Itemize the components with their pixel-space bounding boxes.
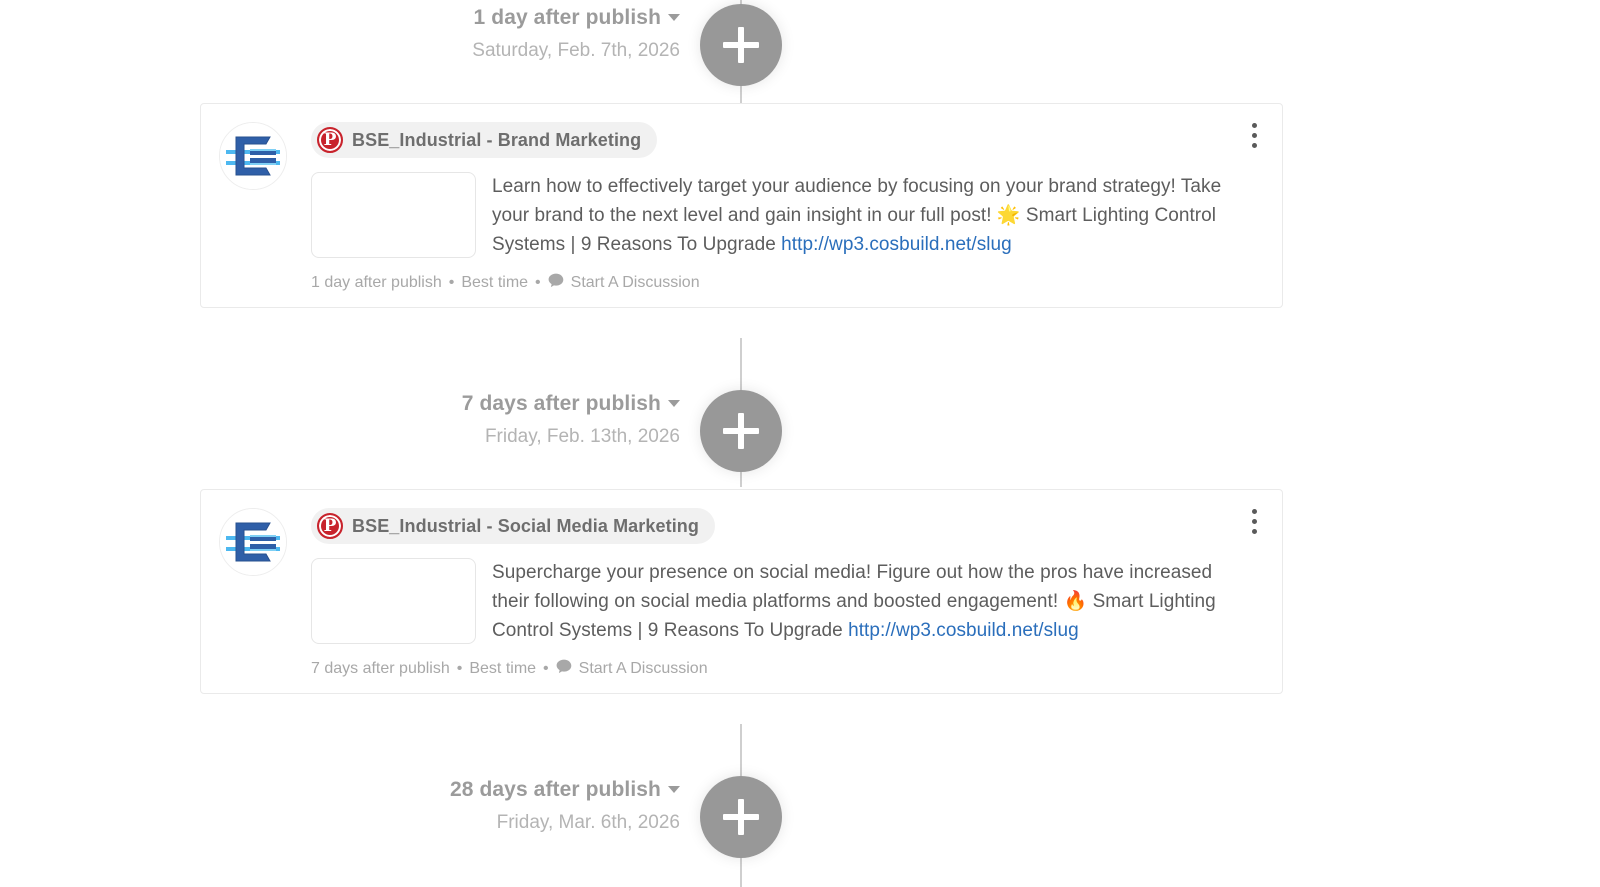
post-card-2-footer: 7 days after publish • Best time • Start… [311, 659, 1262, 679]
avatar [219, 508, 287, 576]
post-card-2-account-name: BSE_Industrial - Social Media Marketing [352, 515, 699, 536]
slot-3-label[interactable]: 28 days after publish [450, 776, 661, 804]
add-post-button-slot-1[interactable] [700, 4, 782, 86]
post-card-2-start-discussion[interactable]: Start A Discussion [579, 660, 708, 678]
post-card-1-footer-schedule: 1 day after publish [311, 274, 442, 291]
timeline-spine-segment-3 [740, 338, 742, 392]
slot-1-text-column: 1 day after publish Saturday, Feb. 7th, … [120, 4, 680, 65]
timeline-spine-segment-6 [740, 855, 742, 887]
post-card-1-menu-button[interactable] [1240, 118, 1268, 152]
post-card-2[interactable]: P BSE_Industrial - Social Media Marketin… [200, 489, 1283, 694]
slot-2-label[interactable]: 7 days after publish [462, 390, 661, 418]
post-card-1[interactable]: P BSE_Industrial - Brand Marketing Learn… [200, 103, 1283, 308]
post-card-2-footer-sep-1: • [456, 660, 463, 677]
chevron-down-icon[interactable] [668, 14, 680, 21]
post-card-2-text: Supercharge your presence on social medi… [492, 558, 1222, 645]
post-card-1-body: P BSE_Industrial - Brand Marketing Learn… [311, 122, 1222, 259]
post-card-2-media-placeholder[interactable] [311, 558, 476, 644]
post-card-2-link[interactable]: http://wp3.cosbuild.net/slug [848, 620, 1079, 641]
bse-industrial-logo-avatar [220, 509, 286, 575]
post-card-2-menu-button[interactable] [1240, 504, 1268, 538]
post-card-2-content-row: Supercharge your presence on social medi… [311, 558, 1222, 645]
chat-bubble-icon [556, 659, 572, 679]
post-card-1-media-placeholder[interactable] [311, 172, 476, 258]
avatar [219, 122, 287, 190]
post-card-2-footer-schedule: 7 days after publish [311, 660, 450, 677]
kebab-menu-icon-dot-1 [1251, 122, 1257, 128]
chevron-down-icon[interactable] [668, 786, 680, 793]
chevron-down-icon[interactable] [668, 400, 680, 407]
slot-2-text-column: 7 days after publish Friday, Feb. 13th, … [120, 390, 680, 451]
timeline-spine-segment-5 [740, 724, 742, 776]
post-card-1-footer-timing: Best time [461, 274, 529, 291]
slot-2-label-row[interactable]: 7 days after publish [120, 390, 680, 418]
slot-3-date: Friday, Mar. 6th, 2026 [496, 812, 680, 833]
post-card-1-footer-sep-2: • [535, 274, 541, 291]
kebab-menu-icon-dot-1 [1251, 508, 1257, 514]
pinterest-icon: P [317, 127, 343, 153]
kebab-menu-icon-dot-2 [1251, 518, 1257, 524]
slot-1-label[interactable]: 1 day after publish [474, 4, 661, 32]
post-card-1-link[interactable]: http://wp3.cosbuild.net/slug [781, 234, 1012, 255]
post-card-2-inner: P BSE_Industrial - Social Media Marketin… [201, 490, 1282, 693]
pinterest-icon: P [317, 513, 343, 539]
slot-2-date: Friday, Feb. 13th, 2026 [484, 426, 680, 447]
slot-1-label-row[interactable]: 1 day after publish [120, 4, 680, 32]
post-card-2-account-pill[interactable]: P BSE_Industrial - Social Media Marketin… [311, 508, 715, 544]
kebab-menu-icon-dot-3 [1251, 528, 1257, 534]
add-post-button-slot-3[interactable] [700, 776, 782, 858]
chat-bubble-icon [548, 273, 564, 293]
kebab-menu-icon-dot-3 [1251, 142, 1257, 148]
post-card-1-account-pill[interactable]: P BSE_Industrial - Brand Marketing [311, 122, 658, 158]
post-card-2-footer-timing: Best time [469, 660, 537, 677]
post-card-1-footer: 1 day after publish • Best time • Start … [311, 273, 1262, 293]
post-card-1-footer-sep-1: • [448, 274, 455, 291]
kebab-menu-icon-dot-2 [1251, 132, 1257, 138]
slot-1-date: Saturday, Feb. 7th, 2026 [472, 40, 680, 61]
bse-industrial-logo-avatar [220, 123, 286, 189]
post-card-2-footer-sep-2: • [543, 660, 549, 677]
post-card-1-start-discussion[interactable]: Start A Discussion [571, 274, 700, 292]
post-card-1-content-row: Learn how to effectively target your aud… [311, 172, 1222, 259]
timeline-page: 1 day after publish Saturday, Feb. 7th, … [0, 0, 1600, 887]
post-card-1-text: Learn how to effectively target your aud… [492, 172, 1222, 259]
post-card-1-account-name: BSE_Industrial - Brand Marketing [352, 129, 642, 150]
post-card-1-inner: P BSE_Industrial - Brand Marketing Learn… [201, 104, 1282, 307]
slot-3-label-row[interactable]: 28 days after publish [120, 776, 680, 804]
add-post-button-slot-2[interactable] [700, 390, 782, 472]
slot-3-text-column: 28 days after publish Friday, Mar. 6th, … [120, 776, 680, 837]
post-card-2-body: P BSE_Industrial - Social Media Marketin… [311, 508, 1222, 645]
